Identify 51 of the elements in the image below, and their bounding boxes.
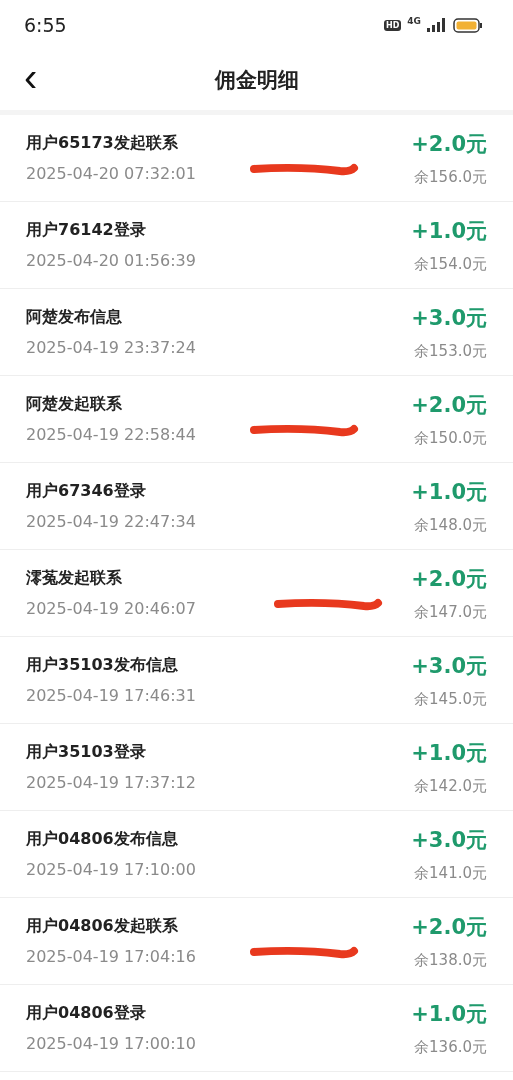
record-title: 用户76142登录 [26,220,146,241]
record-title: 澪菟发起联系 [26,568,122,589]
record-balance: 余150.0元 [414,428,487,448]
record-amount: +1.0元 [411,1000,487,1028]
back-button[interactable]: ‹ [20,62,42,96]
status-time: 6:55 [24,14,67,36]
record-amount: +1.0元 [411,478,487,506]
record-balance: 余154.0元 [414,254,487,274]
record-amount: +2.0元 [411,913,487,941]
record-time: 2025-04-19 17:37:12 [26,773,196,792]
record-balance: 余136.0元 [414,1037,487,1057]
record-amount: +1.0元 [411,217,487,245]
record-title: 用户35103登录 [26,742,146,763]
record-time: 2025-04-19 17:04:16 [26,947,196,966]
record-time: 2025-04-19 17:10:00 [26,860,196,879]
signal-icon [427,18,447,32]
record-balance: 余145.0元 [414,689,487,709]
record-balance: 余142.0元 [414,776,487,796]
record-time: 2025-04-20 07:32:01 [26,164,196,183]
record-balance: 余156.0元 [414,167,487,187]
record-title: 用户04806发布信息 [26,829,178,850]
record-amount: +1.0元 [411,739,487,767]
record-amount: +3.0元 [411,652,487,680]
record-time: 2025-04-20 01:56:39 [26,251,196,270]
network-label: 4G [407,15,421,26]
record-amount: +3.0元 [411,304,487,332]
record-time: 2025-04-19 17:00:10 [26,1034,196,1053]
record-title: 阿楚发布信息 [26,307,122,328]
record-amount: +2.0元 [411,130,487,158]
record-title: 用户67346登录 [26,481,146,502]
record-title: 用户04806登录 [26,1003,146,1024]
record-balance: 余153.0元 [414,341,487,361]
record-balance: 余148.0元 [414,515,487,535]
record-amount: +2.0元 [411,565,487,593]
record-title: 用户65173发起联系 [26,133,178,154]
record-time: 2025-04-19 22:47:34 [26,512,196,531]
record-amount: +3.0元 [411,826,487,854]
record-time: 2025-04-19 20:46:07 [26,599,196,618]
battery-icon [453,17,483,33]
hd-badge: HD [384,19,402,31]
record-time: 2025-04-19 17:46:31 [26,686,196,705]
record-title: 用户35103发布信息 [26,655,178,676]
record-title: 阿楚发起联系 [26,394,122,415]
record-title: 用户04806发起联系 [26,916,178,937]
record-time: 2025-04-19 23:37:24 [26,338,196,357]
record-balance: 余141.0元 [414,863,487,883]
record-balance: 余147.0元 [414,602,487,622]
record-balance: 余138.0元 [414,950,487,970]
page-title: 佣金明细 [214,67,299,94]
record-time: 2025-04-19 22:58:44 [26,425,196,444]
record-amount: +2.0元 [411,391,487,419]
